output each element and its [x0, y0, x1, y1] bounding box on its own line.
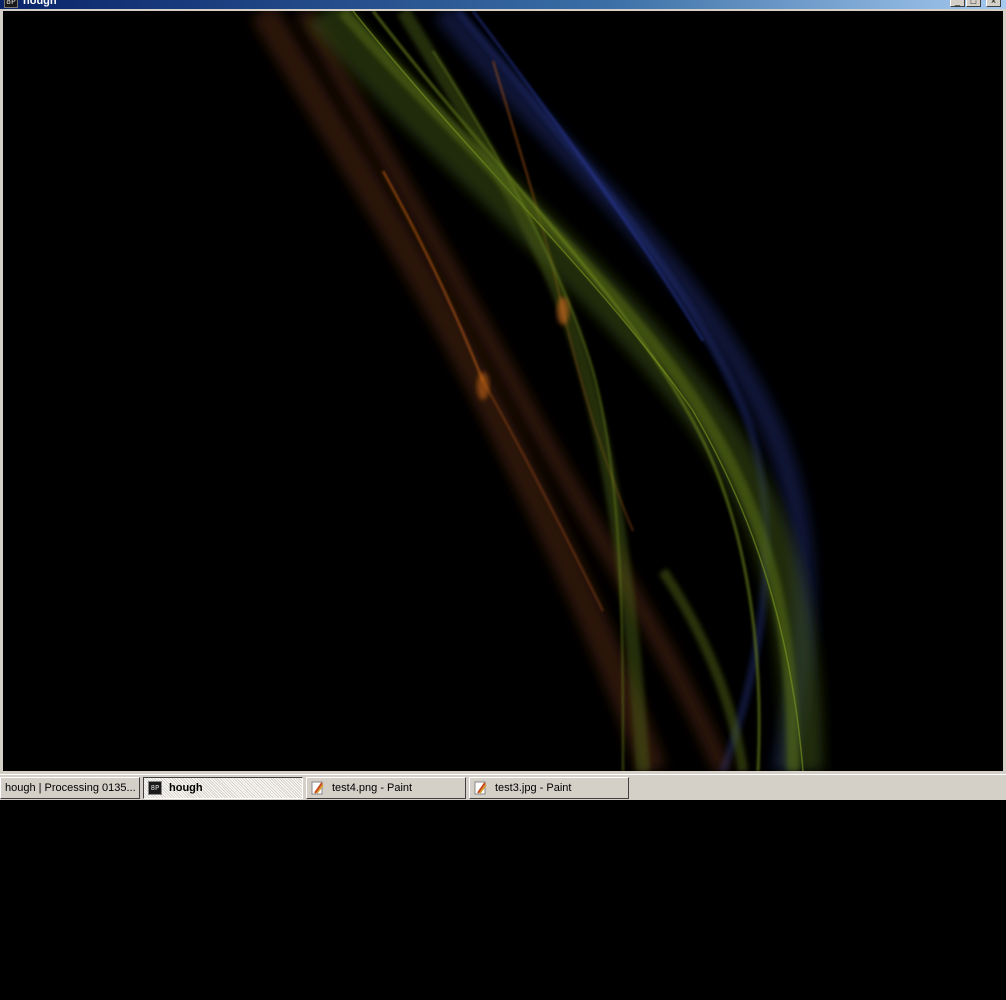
taskbar-item-processing-ide[interactable]: hough | Processing 0135...: [0, 777, 140, 799]
paint-icon: [474, 781, 487, 795]
close-icon: ×: [990, 0, 997, 6]
maximize-button[interactable]: □: [966, 0, 981, 7]
processing-app-icon[interactable]: 8P: [4, 0, 18, 8]
hough-transform-visualization: [3, 11, 1003, 771]
taskbar-item-label: test4.png - Paint: [332, 782, 413, 794]
desktop-background: [0, 800, 1006, 1000]
taskbar: hough | Processing 0135... 8P hough test…: [0, 774, 1006, 800]
taskbar-item-label: hough | Processing 0135...: [5, 782, 136, 794]
minimize-icon: _: [954, 0, 960, 6]
paint-icon: [311, 781, 324, 795]
title-bar[interactable]: 8P hough _ □ ×: [0, 0, 1006, 9]
sketch-canvas[interactable]: [3, 11, 1003, 771]
taskbar-item-hough[interactable]: 8P hough: [143, 777, 303, 799]
close-button[interactable]: ×: [986, 0, 1001, 7]
maximize-icon: □: [970, 0, 977, 6]
taskbar-item-test4-paint[interactable]: test4.png - Paint: [306, 777, 466, 799]
window-title: hough: [23, 0, 57, 7]
taskbar-item-test3-paint[interactable]: test3.jpg - Paint: [469, 777, 629, 799]
minimize-button[interactable]: _: [950, 0, 965, 7]
taskbar-item-label: test3.jpg - Paint: [495, 782, 572, 794]
taskbar-item-label: hough: [169, 782, 203, 794]
app-window: 8P hough _ □ ×: [0, 0, 1006, 774]
processing-app-icon: 8P: [148, 781, 162, 795]
